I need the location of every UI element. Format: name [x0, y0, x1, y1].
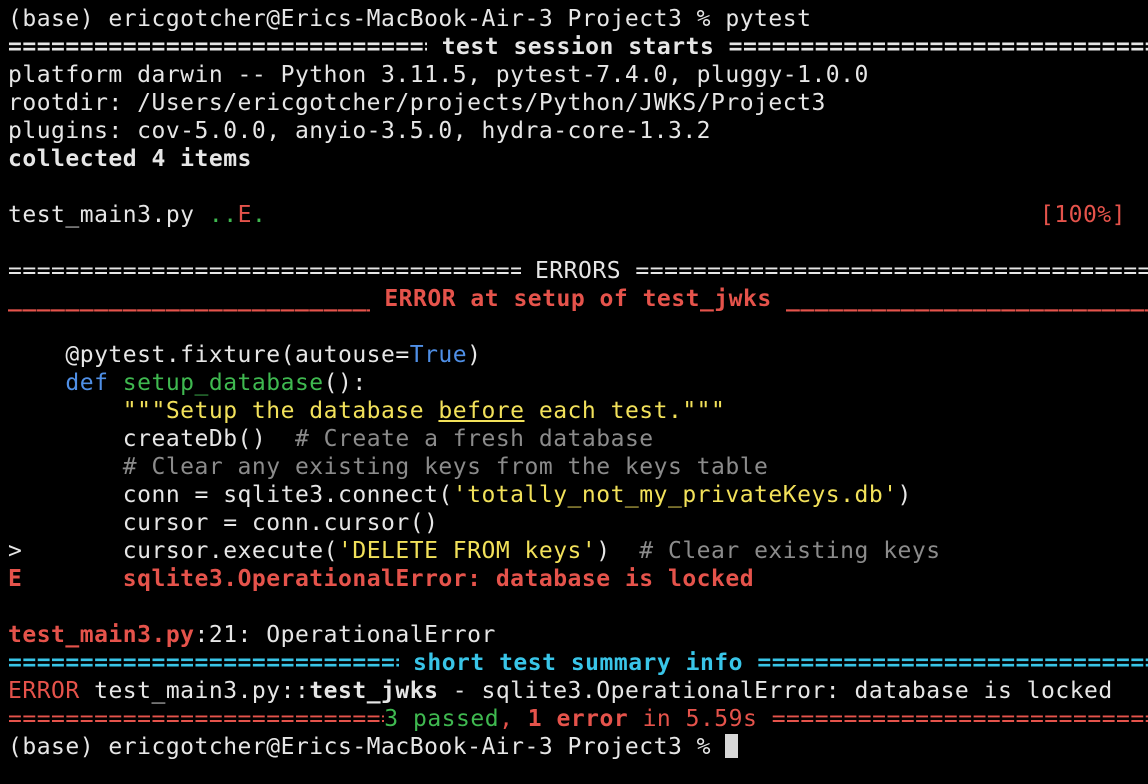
summary-header-label: short test summary info: [398, 650, 758, 676]
passed-count: 3 passed: [384, 706, 500, 732]
platform-info: platform darwin -- Python 3.11.5, pytest…: [8, 62, 869, 88]
session-header-label: test session starts: [427, 34, 729, 60]
summary-test-name: test_jwks: [309, 678, 439, 704]
error-setup-header: ERROR at setup of test_jwks: [369, 286, 787, 312]
separator-left: ========================================…: [8, 650, 399, 676]
progress-line: test_main3.py ..E. [100%]: [8, 201, 1148, 229]
separator-right: ========================================…: [757, 650, 1148, 676]
terminal-window[interactable]: (base) ericgotcher@Erics-MacBook-Air-3 P…: [0, 0, 1148, 784]
separator-right: ________________________________________…: [786, 286, 1148, 312]
separator-left: ========================================…: [8, 706, 384, 732]
progress-results: test_main3.py ..E.: [8, 201, 266, 229]
plugins-info: plugins: cov-5.0.0, anyio-3.5.0, hydra-c…: [8, 118, 712, 144]
summary-separator: ========================================…: [8, 649, 1148, 677]
progress-percent: [100%]: [1039, 202, 1126, 228]
code-line: """Setup the database before each test."…: [8, 398, 726, 424]
code-line: def setup_database():: [8, 370, 367, 396]
code-line: createDb() # Create a fresh database: [8, 426, 654, 452]
code-line: cursor = conn.cursor(): [8, 510, 439, 536]
error-location-file: test_main3.py: [8, 622, 195, 648]
prompt-line: (base) ericgotcher@Erics-MacBook-Air-3 P…: [8, 6, 812, 32]
separator-left: ________________________________________…: [8, 286, 370, 312]
separator-right: ========================================…: [728, 34, 1148, 60]
rootdir-info: rootdir: /Users/ericgotcher/projects/Pyt…: [8, 90, 826, 116]
summary-error-line: ERROR test_main3.py::test_jwks - sqlite3…: [8, 678, 1113, 704]
separator-right: ========================================…: [771, 706, 1148, 732]
errors-header-label: ERRORS: [520, 258, 636, 284]
progress-file: test_main3.py: [8, 202, 209, 228]
prompt-line-current[interactable]: (base) ericgotcher@Erics-MacBook-Air-3 P…: [8, 733, 1148, 761]
separator-left: ========================================…: [8, 258, 521, 284]
progress-passed-dots: ..: [208, 202, 238, 228]
error-count: 1 error: [527, 706, 629, 732]
code-line: conn = sqlite3.connect('totally_not_my_p…: [8, 482, 912, 508]
separator-left: ========================================…: [8, 34, 427, 60]
code-line: @pytest.fixture(autouse=True): [8, 342, 482, 368]
error-marker: E: [8, 566, 23, 592]
progress-passed-dot: .: [251, 202, 267, 228]
errors-separator: ========================================…: [8, 257, 1148, 285]
text-cursor: [725, 734, 739, 758]
failure-marker: >: [8, 538, 23, 564]
progress-error-marker: E: [237, 202, 252, 228]
error-message-line: E sqlite3.OperationalError: database is …: [8, 566, 755, 592]
error-setup-separator: ________________________________________…: [8, 285, 1148, 313]
result-summary: 3 passed, 1 error in 5.59s: [384, 706, 772, 732]
summary-error-label: ERROR: [8, 678, 80, 704]
failing-code-line: > cursor.execute('DELETE FROM keys') # C…: [8, 538, 941, 564]
session-header-separator: ========================================…: [8, 33, 1148, 61]
separator-right: ========================================…: [635, 258, 1148, 284]
result-separator: ========================================…: [8, 705, 1148, 733]
error-location: test_main3.py:21: OperationalError: [8, 622, 496, 648]
collected-info: collected 4 items: [8, 146, 252, 172]
code-line: # Clear any existing keys from the keys …: [8, 454, 769, 480]
